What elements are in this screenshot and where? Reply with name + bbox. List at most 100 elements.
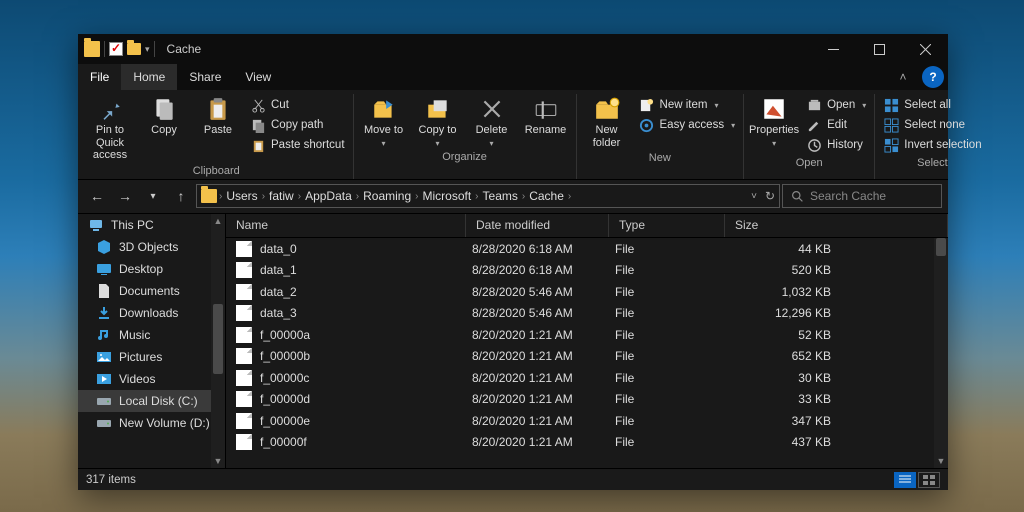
column-size[interactable]: Size (725, 214, 948, 237)
new-folder-qat-icon[interactable] (127, 43, 141, 55)
new-item-icon (639, 97, 655, 113)
breadcrumb-segment[interactable]: Roaming› (361, 189, 420, 203)
ribbon: Pin to Quick access Copy Paste Cut Copy … (78, 90, 948, 180)
file-row[interactable]: f_00000b 8/20/2020 1:21 AM File 652 KB (226, 345, 948, 367)
tab-home[interactable]: Home (121, 64, 177, 90)
breadcrumb-segment[interactable]: Users› (224, 189, 267, 203)
explorer-body: This PC3D ObjectsDesktopDocumentsDownloa… (78, 214, 948, 468)
refresh-button[interactable]: ↻ (765, 189, 775, 203)
details-view-button[interactable] (894, 472, 916, 488)
breadcrumb-segment[interactable]: fatiw› (267, 189, 303, 203)
sidebar-item[interactable]: This PC (78, 214, 225, 236)
status-bar: 317 items (78, 468, 948, 490)
ribbon-tabs: File Home Share View ˄ ? (78, 64, 948, 90)
cut-button[interactable]: Cut (248, 96, 347, 114)
history-button[interactable]: History (804, 136, 868, 154)
file-icon (236, 262, 252, 278)
properties-button[interactable]: Properties▾ (750, 96, 798, 148)
breadcrumb-dropdown-icon[interactable]: ˅ (751, 191, 757, 202)
back-button[interactable]: ← (84, 183, 110, 209)
copy-button[interactable]: Copy (140, 96, 188, 137)
sidebar-item[interactable]: Videos (78, 368, 225, 390)
qat-dropdown-icon[interactable]: ▾ (145, 44, 150, 55)
file-row[interactable]: f_00000f 8/20/2020 1:21 AM File 437 KB (226, 431, 948, 453)
rename-button[interactable]: Rename (522, 96, 570, 137)
breadcrumb-segment[interactable]: Cache› (527, 189, 573, 203)
copy-to-button[interactable]: Copy to▾ (414, 96, 462, 148)
sidebar-item[interactable]: Documents (78, 280, 225, 302)
breadcrumb[interactable]: › Users›fatiw›AppData›Roaming›Microsoft›… (196, 184, 780, 208)
select-none-icon (883, 117, 899, 133)
minimize-button[interactable] (810, 34, 856, 64)
file-row[interactable]: data_1 8/28/2020 6:18 AM File 520 KB (226, 259, 948, 281)
up-button[interactable]: ↑ (168, 183, 194, 209)
ribbon-group-open: Properties▾ Open▾ Edit History Open (744, 94, 875, 179)
file-icon (236, 370, 252, 386)
file-icon (236, 284, 252, 300)
sidebar-item[interactable]: Downloads (78, 302, 225, 324)
column-date[interactable]: Date modified (466, 214, 609, 237)
sidebar-item[interactable]: New Volume (D:) (78, 412, 225, 434)
breadcrumb-segment[interactable]: Teams› (481, 189, 528, 203)
delete-button[interactable]: Delete▾ (468, 96, 516, 148)
column-type[interactable]: Type (609, 214, 725, 237)
large-icons-view-button[interactable] (918, 472, 940, 488)
copy-icon (149, 96, 179, 122)
breadcrumb-segment[interactable]: AppData› (303, 189, 361, 203)
help-button[interactable]: ? (922, 66, 944, 88)
forward-button[interactable]: → (112, 183, 138, 209)
maximize-button[interactable] (856, 34, 902, 64)
file-row[interactable]: f_00000e 8/20/2020 1:21 AM File 347 KB (226, 410, 948, 432)
close-button[interactable] (902, 34, 948, 64)
file-row[interactable]: data_2 8/28/2020 5:46 AM File 1,032 KB (226, 281, 948, 303)
file-explorer-window: ▾ Cache File Home Share View ˄ ? Pin to … (78, 34, 948, 490)
new-folder-button[interactable]: New folder (583, 96, 631, 149)
easy-access-button[interactable]: Easy access▾ (637, 116, 738, 134)
open-button[interactable]: Open▾ (804, 96, 868, 114)
paste-button[interactable]: Paste (194, 96, 242, 137)
recent-locations-button[interactable]: ▾ (140, 183, 166, 209)
sidebar-item[interactable]: Pictures (78, 346, 225, 368)
sidebar-item[interactable]: Desktop (78, 258, 225, 280)
content-scrollbar[interactable]: ▼ (934, 238, 948, 468)
tab-view[interactable]: View (233, 64, 283, 90)
invert-selection-icon (883, 137, 899, 153)
tab-file[interactable]: File (78, 64, 121, 90)
file-row[interactable]: f_00000d 8/20/2020 1:21 AM File 33 KB (226, 388, 948, 410)
invert-selection-button[interactable]: Invert selection (881, 136, 983, 154)
nav-scrollbar[interactable]: ▲▼ (211, 214, 225, 468)
ribbon-group-organize: Move to▾ Copy to▾ Delete▾ Rename Organiz… (354, 94, 577, 179)
column-headers[interactable]: Name Date modified Type Size (226, 214, 948, 238)
address-bar-row: ← → ▾ ↑ › Users›fatiw›AppData›Roaming›Mi… (78, 180, 948, 214)
tab-share[interactable]: Share (177, 64, 233, 90)
copy-path-button[interactable]: Copy path (248, 116, 347, 134)
paste-shortcut-button[interactable]: Paste shortcut (248, 136, 347, 154)
cut-icon (250, 97, 266, 113)
sidebar-item[interactable]: 3D Objects (78, 236, 225, 258)
file-row[interactable]: f_00000c 8/20/2020 1:21 AM File 30 KB (226, 367, 948, 389)
column-name[interactable]: Name (226, 214, 466, 237)
file-row[interactable]: f_00000a 8/20/2020 1:21 AM File 52 KB (226, 324, 948, 346)
properties-qat-icon[interactable] (109, 42, 123, 56)
select-all-button[interactable]: Select all (881, 96, 983, 114)
paste-shortcut-icon (250, 137, 266, 153)
sidebar-item[interactable]: Music (78, 324, 225, 346)
ribbon-group-select: Select all Select none Invert selection … (875, 94, 989, 179)
pin-to-quick-access-button[interactable]: Pin to Quick access (86, 96, 134, 162)
file-icon (236, 348, 252, 364)
move-to-button[interactable]: Move to▾ (360, 96, 408, 148)
sidebar-item[interactable]: Local Disk (C:) (78, 390, 225, 412)
search-input[interactable]: Search Cache (782, 184, 942, 208)
delete-icon (477, 96, 507, 122)
file-icon (236, 413, 252, 429)
ribbon-group-new: New folder New item▾ Easy access▾ New (577, 94, 745, 179)
breadcrumb-segment[interactable]: Microsoft› (420, 189, 480, 203)
easy-access-icon (639, 117, 655, 133)
paste-icon (203, 96, 233, 122)
file-row[interactable]: data_0 8/28/2020 6:18 AM File 44 KB (226, 238, 948, 260)
new-item-button[interactable]: New item▾ (637, 96, 738, 114)
collapse-ribbon-button[interactable]: ˄ (888, 64, 918, 90)
select-none-button[interactable]: Select none (881, 116, 983, 134)
edit-button[interactable]: Edit (804, 116, 868, 134)
file-row[interactable]: data_3 8/28/2020 5:46 AM File 12,296 KB (226, 302, 948, 324)
